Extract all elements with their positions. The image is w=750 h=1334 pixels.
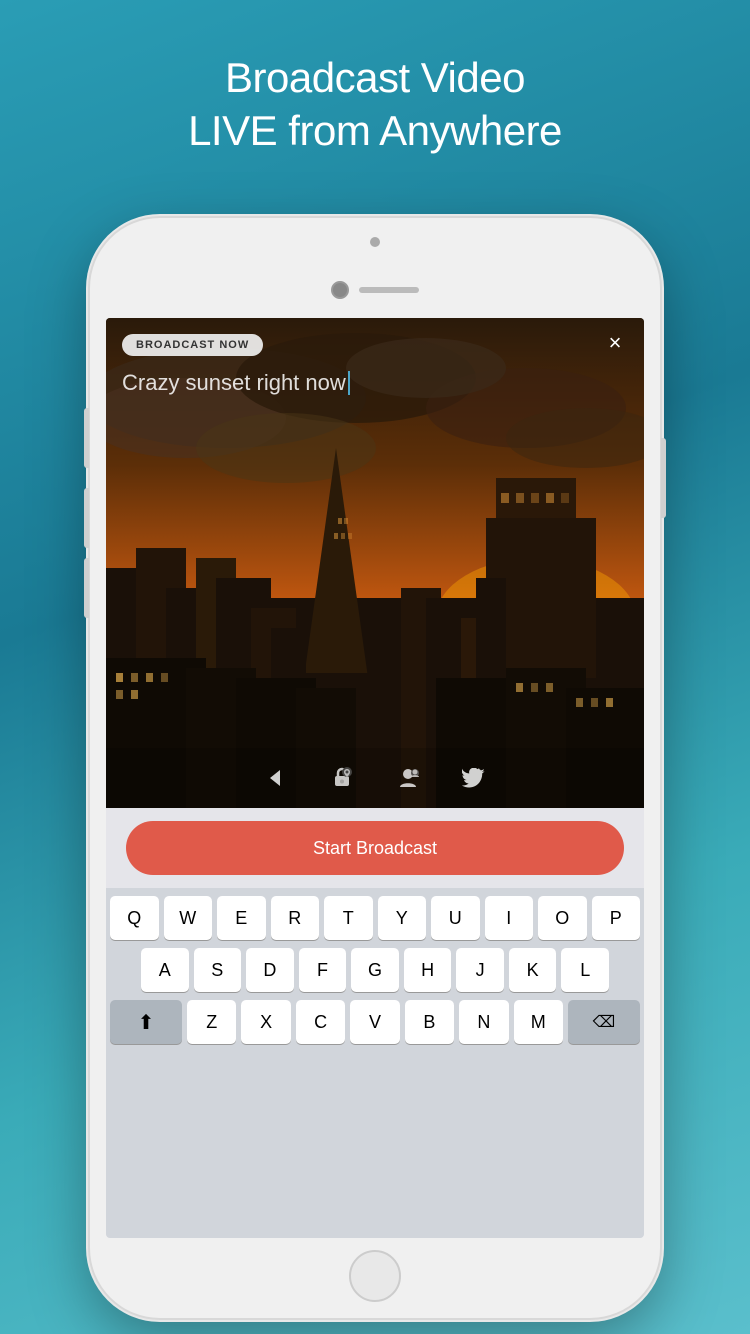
key-M[interactable]: M	[514, 1000, 563, 1044]
phone-top	[90, 218, 660, 318]
close-button[interactable]: ×	[600, 328, 630, 358]
phone-dot	[370, 237, 380, 247]
key-H[interactable]: H	[404, 948, 452, 992]
start-button-area: Start Broadcast	[106, 808, 644, 888]
key-C[interactable]: C	[296, 1000, 345, 1044]
key-X[interactable]: X	[241, 1000, 290, 1044]
start-broadcast-label: Start Broadcast	[313, 838, 437, 859]
key-B[interactable]: B	[405, 1000, 454, 1044]
contacts-icon[interactable]	[390, 760, 426, 796]
key-T[interactable]: T	[324, 896, 373, 940]
headline: Broadcast Video LIVE from Anywhere	[0, 52, 750, 157]
shift-key[interactable]: ⬆	[110, 1000, 182, 1044]
location-lock-icon[interactable]	[324, 760, 360, 796]
key-J[interactable]: J	[456, 948, 504, 992]
key-K[interactable]: K	[509, 948, 557, 992]
broadcast-title-input[interactable]: Crazy sunset right now	[122, 370, 594, 396]
headline-line2: LIVE from Anywhere	[0, 105, 750, 158]
key-G[interactable]: G	[351, 948, 399, 992]
key-D[interactable]: D	[246, 948, 294, 992]
delete-key[interactable]: ⌫	[568, 1000, 640, 1044]
key-F[interactable]: F	[299, 948, 347, 992]
key-O[interactable]: O	[538, 896, 587, 940]
key-S[interactable]: S	[194, 948, 242, 992]
key-L[interactable]: L	[561, 948, 609, 992]
broadcast-badge: BROADCAST NOW	[122, 334, 263, 356]
key-A[interactable]: A	[141, 948, 189, 992]
title-text: Crazy sunset right now	[122, 370, 346, 396]
key-I[interactable]: I	[485, 896, 534, 940]
key-Z[interactable]: Z	[187, 1000, 236, 1044]
keyboard: Q W E R T Y U I O P A S D F	[106, 888, 644, 1238]
headline-line1: Broadcast Video	[0, 52, 750, 105]
start-broadcast-button[interactable]: Start Broadcast	[126, 821, 624, 875]
keyboard-row-1: Q W E R T Y U I O P	[110, 896, 640, 940]
keyboard-row-2: A S D F G H J K L	[110, 948, 640, 992]
key-Y[interactable]: Y	[378, 896, 427, 940]
key-E[interactable]: E	[217, 896, 266, 940]
key-R[interactable]: R	[271, 896, 320, 940]
key-U[interactable]: U	[431, 896, 480, 940]
keyboard-row-3: ⬆ Z X C V B N M ⌫	[110, 1000, 640, 1044]
key-Q[interactable]: Q	[110, 896, 159, 940]
key-W[interactable]: W	[164, 896, 213, 940]
phone-shell: BROADCAST NOW × Crazy sunset right now	[90, 218, 660, 1318]
twitter-icon[interactable]	[456, 760, 492, 796]
phone-speaker	[359, 287, 419, 293]
phone-camera	[331, 281, 349, 299]
video-area: BROADCAST NOW × Crazy sunset right now	[106, 318, 644, 808]
key-V[interactable]: V	[350, 1000, 399, 1044]
key-P[interactable]: P	[592, 896, 641, 940]
home-button[interactable]	[349, 1250, 401, 1302]
back-arrow-icon[interactable]	[258, 760, 294, 796]
key-N[interactable]: N	[459, 1000, 508, 1044]
icons-row	[106, 748, 644, 808]
phone-screen: BROADCAST NOW × Crazy sunset right now	[106, 318, 644, 1238]
text-cursor	[348, 371, 350, 395]
